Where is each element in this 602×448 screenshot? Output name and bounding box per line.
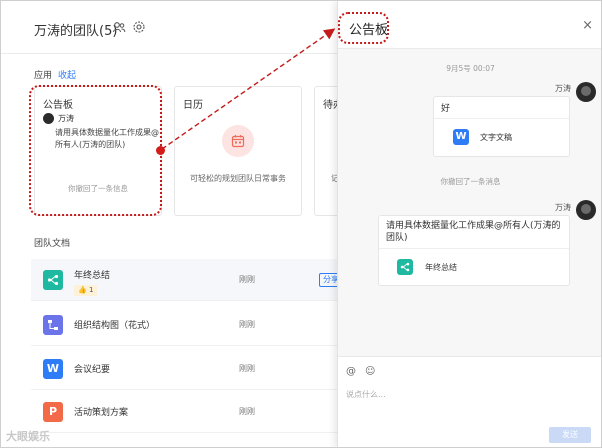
- watermark: 大眼娱乐: [6, 430, 50, 443]
- app-window: 万涛的团队(5) 应用 收起 公告板 万涛 请用具体数据量化工作成果@所有人(万涛…: [0, 0, 602, 448]
- annotation-arrow: [161, 28, 336, 150]
